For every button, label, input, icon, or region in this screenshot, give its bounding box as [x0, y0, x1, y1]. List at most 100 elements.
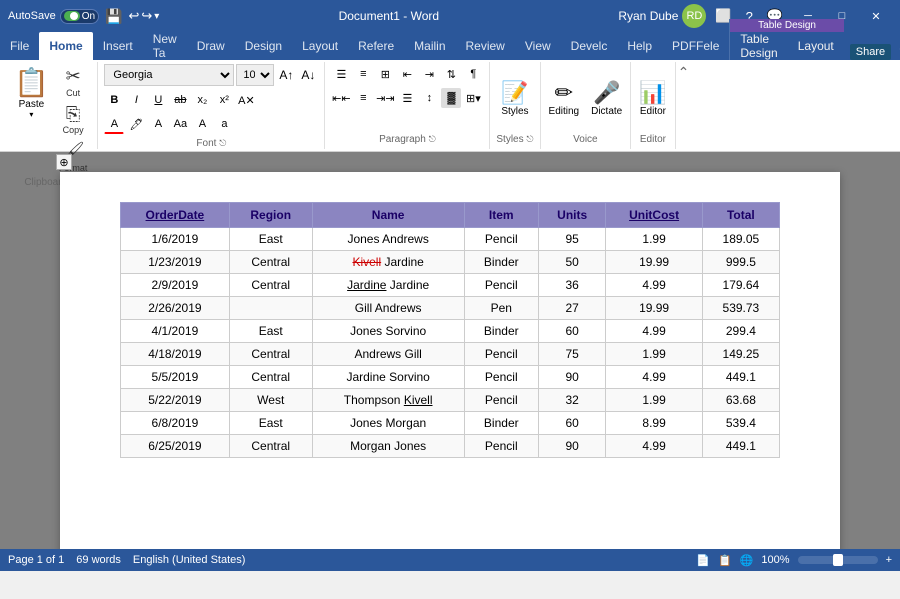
- table-move-handle[interactable]: ⊕: [56, 154, 72, 170]
- styles-label: Styles ⎋: [496, 132, 533, 147]
- decrease-indent-button[interactable]: ⇤: [397, 64, 417, 84]
- tab-newta[interactable]: New Ta: [143, 32, 187, 60]
- cell-total: 539.4: [702, 412, 779, 435]
- decrease-font-button[interactable]: A↓: [298, 65, 318, 85]
- tab-table-design[interactable]: Table Design: [730, 32, 787, 60]
- italic-button[interactable]: I: [126, 90, 146, 110]
- cell-region: West: [229, 389, 312, 412]
- subscript-button[interactable]: x₂: [192, 90, 212, 110]
- editor-button[interactable]: 📊 Editor: [637, 78, 668, 119]
- tab-help[interactable]: Help: [617, 32, 662, 60]
- font-family-select[interactable]: Georgia: [104, 64, 234, 86]
- sort-button[interactable]: ⇅: [441, 64, 461, 84]
- styles-gallery[interactable]: 📝 Styles: [497, 76, 532, 121]
- cell-name: Morgan Jones: [312, 435, 464, 458]
- underline-button[interactable]: U: [148, 90, 168, 110]
- bullets-button[interactable]: ☰: [331, 64, 351, 84]
- tab-table-layout[interactable]: Layout: [788, 32, 844, 60]
- cell-units: 32: [538, 389, 606, 412]
- cell-name: Jardine Jardine: [312, 274, 464, 297]
- share-button[interactable]: Share: [850, 44, 891, 60]
- numbering-button[interactable]: ≡: [353, 64, 373, 84]
- cell-region: Central: [229, 251, 312, 274]
- cell-unitcost: 1.99: [606, 389, 702, 412]
- cell-unitcost: 8.99: [606, 412, 702, 435]
- text-effects-button[interactable]: A: [148, 114, 168, 134]
- highlight-button[interactable]: 🖊: [126, 114, 146, 134]
- tab-home[interactable]: Home: [39, 32, 92, 60]
- tab-draw[interactable]: Draw: [187, 32, 235, 60]
- cell-date: 2/9/2019: [121, 274, 230, 297]
- cell-date: 5/22/2019: [121, 389, 230, 412]
- ribbon-right-arrow[interactable]: ⌃: [676, 62, 692, 149]
- font-size-up2[interactable]: A: [192, 114, 212, 134]
- superscript-button[interactable]: x²: [214, 90, 234, 110]
- tab-mailin[interactable]: Mailin: [404, 32, 455, 60]
- zoom-thumb[interactable]: [833, 554, 843, 566]
- zoom-plus[interactable]: +: [886, 554, 892, 566]
- bold-button[interactable]: B: [104, 90, 124, 110]
- cell-unitcost: 4.99: [606, 320, 702, 343]
- align-right-button[interactable]: ⇥⇥: [375, 88, 395, 108]
- cell-item: Pen: [464, 297, 538, 320]
- show-para-button[interactable]: ¶: [463, 64, 483, 84]
- page: ⊕ OrderDate Region Name Item Units UnitC…: [60, 172, 840, 549]
- font-size-dn2[interactable]: a: [214, 114, 234, 134]
- cut-button[interactable]: ✂ Cut: [55, 64, 92, 100]
- dictate-button[interactable]: 🎤 Dictate: [589, 78, 624, 119]
- cell-name: Jones Sorvino: [312, 320, 464, 343]
- zoom-level: 100%: [761, 554, 789, 566]
- tab-pdffele[interactable]: PDFFele: [662, 32, 729, 60]
- paragraph-expand[interactable]: ⎋: [429, 134, 436, 144]
- tab-view[interactable]: View: [515, 32, 561, 60]
- print-layout-button[interactable]: 📋: [718, 554, 732, 567]
- clear-format-button[interactable]: A✕: [236, 90, 256, 110]
- cell-unitcost: 4.99: [606, 274, 702, 297]
- tab-review[interactable]: Review: [456, 32, 515, 60]
- editing-button[interactable]: ✏ Editing: [547, 78, 582, 119]
- voice-group: ✏ Editing 🎤 Dictate Voice: [541, 62, 632, 149]
- strikethrough-button[interactable]: ab: [170, 90, 190, 110]
- align-center-button[interactable]: ≡: [353, 88, 373, 108]
- read-mode-button[interactable]: 📄: [696, 554, 710, 567]
- ribbon-content: 📋 Paste ▾ ✂ Cut ⎘ Copy 🖌 Format Clipbo: [0, 60, 900, 152]
- justify-button[interactable]: ☰: [397, 88, 417, 108]
- cell-units: 90: [538, 435, 606, 458]
- page-info: Page 1 of 1: [8, 554, 64, 566]
- cell-units: 36: [538, 274, 606, 297]
- cell-unitcost: 4.99: [606, 366, 702, 389]
- tab-refere[interactable]: Refere: [348, 32, 404, 60]
- web-layout-button[interactable]: 🌐: [740, 554, 754, 567]
- cell-units: 90: [538, 366, 606, 389]
- multilevel-button[interactable]: ⊞: [375, 64, 395, 84]
- tab-file[interactable]: File: [0, 32, 39, 60]
- paste-button[interactable]: 📋 Paste ▾: [10, 64, 53, 121]
- case-button[interactable]: Aa: [170, 114, 190, 134]
- tab-develc[interactable]: Develc: [561, 32, 618, 60]
- shading-button[interactable]: ▓: [441, 88, 461, 108]
- table-row: 5/5/2019CentralJardine SorvinoPencil904.…: [121, 366, 780, 389]
- font-color-button[interactable]: A: [104, 114, 124, 134]
- align-left-button[interactable]: ⇤⇤: [331, 88, 351, 108]
- borders-button[interactable]: ⊞▾: [463, 88, 483, 108]
- line-spacing-button[interactable]: ↕: [419, 88, 439, 108]
- tab-layout[interactable]: Layout: [292, 32, 348, 60]
- cell-name: Andrews Gill: [312, 343, 464, 366]
- cell-unitcost: 19.99: [606, 251, 702, 274]
- styles-expand[interactable]: ⎋: [526, 134, 533, 144]
- cell-item: Pencil: [464, 366, 538, 389]
- font-size-select[interactable]: 10: [236, 64, 274, 86]
- copy-button[interactable]: ⎘ Copy: [55, 102, 92, 138]
- cell-region: East: [229, 412, 312, 435]
- increase-indent-button[interactable]: ⇥: [419, 64, 439, 84]
- cell-item: Pencil: [464, 274, 538, 297]
- ribbon-actions: Share ⌃: [844, 44, 900, 60]
- zoom-slider[interactable]: [798, 556, 878, 564]
- cell-item: Binder: [464, 320, 538, 343]
- tab-design[interactable]: Design: [235, 32, 292, 60]
- increase-font-button[interactable]: A↑: [276, 65, 296, 85]
- font-expand[interactable]: ⎋: [219, 138, 226, 148]
- cell-date: 4/1/2019: [121, 320, 230, 343]
- close-button[interactable]: ✕: [860, 6, 892, 26]
- tab-insert[interactable]: Insert: [93, 32, 143, 60]
